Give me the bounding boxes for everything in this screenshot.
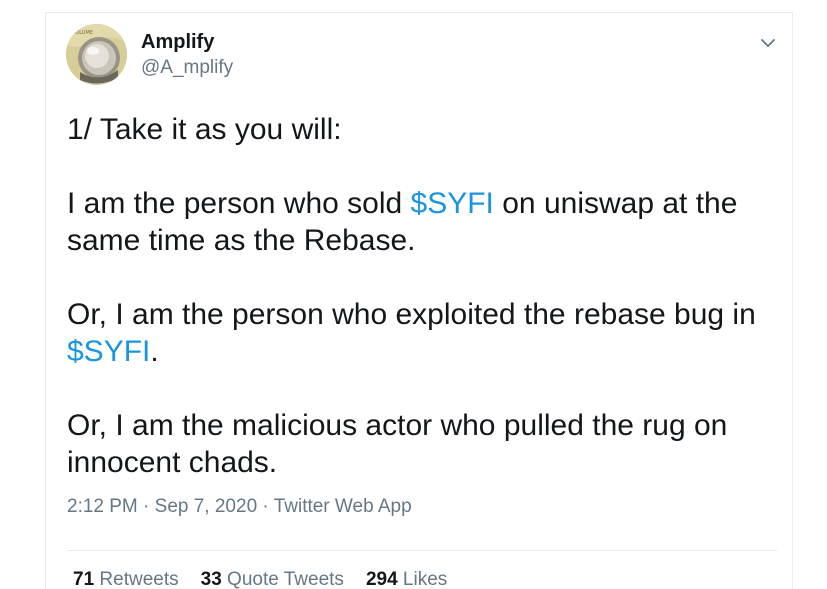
meta-separator: · — [137, 496, 155, 517]
likes-count: 294 — [365, 569, 398, 589]
quote-tweets-stat[interactable]: 33 Quote Tweets — [201, 569, 344, 589]
tweet-paragraph: 1/ Take it as you will: — [67, 111, 777, 148]
chevron-down-icon[interactable] — [757, 32, 779, 54]
author-handle[interactable]: @A_mplify — [141, 57, 233, 79]
tweet-card: VOLUME Amplify @A_mplify 1/ Take it as y… — [45, 12, 793, 589]
svg-text:VOLUME: VOLUME — [72, 30, 93, 36]
retweets-count: 71 — [73, 569, 95, 589]
retweets-stat[interactable]: 71 Retweets — [73, 569, 179, 589]
quote-tweets-count: 33 — [200, 569, 222, 589]
author-name[interactable]: Amplify — [141, 31, 214, 54]
page: VOLUME Amplify @A_mplify 1/ Take it as y… — [0, 0, 827, 589]
avatar[interactable]: VOLUME — [66, 24, 127, 85]
likes-stat[interactable]: 294 Likes — [366, 569, 447, 589]
tweet-paragraph: I am the person who sold $SYFI on uniswa… — [67, 185, 777, 259]
tweet-line: 1/ Take it as you will: — [67, 113, 342, 146]
tweet-source[interactable]: Twitter Web App — [274, 496, 412, 517]
likes-label: Likes — [397, 569, 448, 589]
cashtag-link[interactable]: $SYFI — [411, 187, 494, 220]
cashtag-link[interactable]: $SYFI — [67, 335, 150, 368]
tweet-stats: 71 Retweets 33 Quote Tweets 294 Likes — [73, 569, 469, 589]
tweet-paragraph: Or, I am the person who exploited the re… — [67, 296, 777, 370]
tweet-text-segment: Or, I am the person who exploited the re… — [67, 298, 756, 331]
tweet-text: 1/ Take it as you will: I am the person … — [67, 111, 777, 481]
retweets-label: Retweets — [94, 569, 179, 589]
tweet-text-segment: . — [150, 335, 159, 368]
divider — [67, 550, 777, 551]
quote-tweets-label: Quote Tweets — [221, 569, 344, 589]
tweet-meta: 2:12 PM · Sep 7, 2020 · Twitter Web App — [67, 496, 412, 518]
tweet-line: Or, I am the malicious actor who pulled … — [67, 409, 728, 479]
tweet-time[interactable]: 2:12 PM — [67, 496, 138, 517]
tweet-text-segment: I am the person who sold — [67, 187, 411, 220]
meta-separator: · — [257, 496, 274, 517]
tweet-paragraph: Or, I am the malicious actor who pulled … — [67, 407, 777, 481]
tweet-date[interactable]: Sep 7, 2020 — [155, 496, 257, 517]
